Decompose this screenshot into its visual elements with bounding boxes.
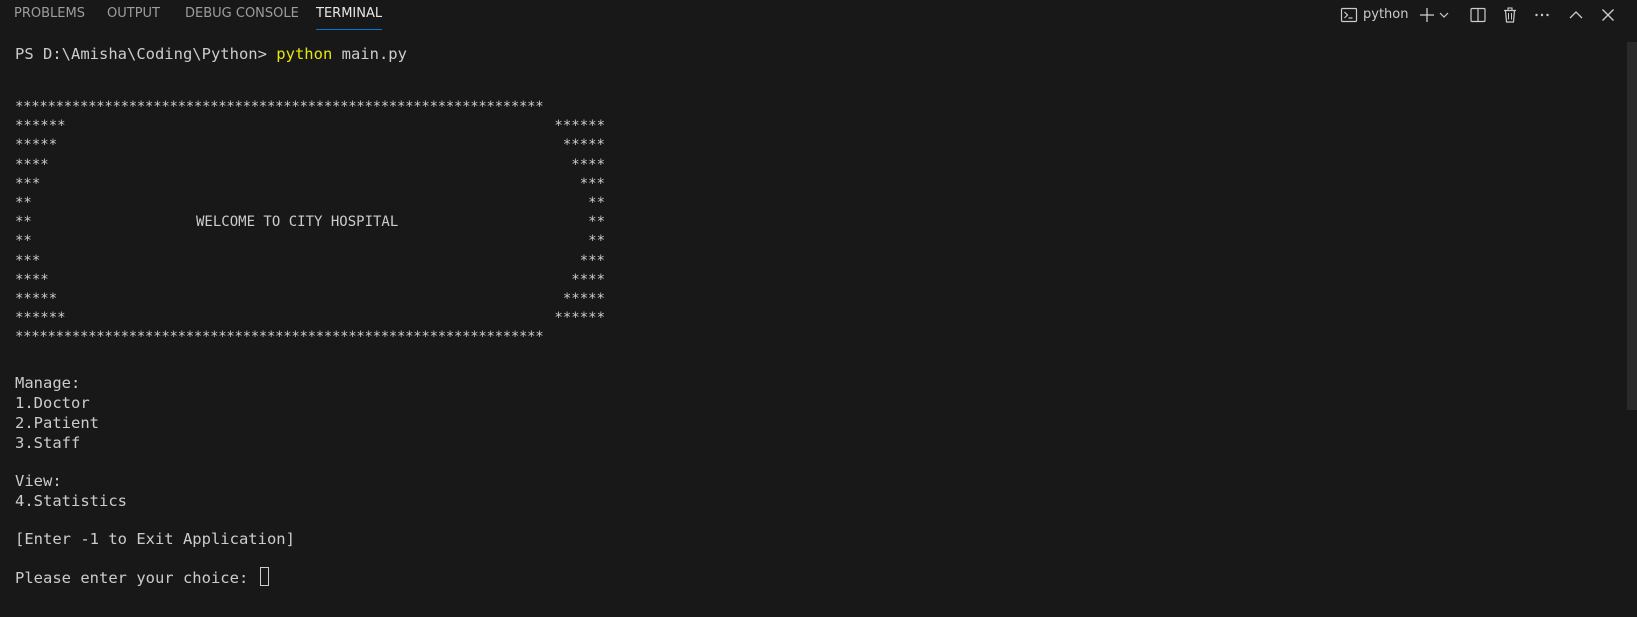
menu-item-doctor: 1.Doctor: [15, 394, 90, 413]
banner-border-bottom: ****************************************…: [15, 329, 544, 346]
banner-row: **** ****: [15, 271, 605, 288]
menu-item-statistics: 4.Statistics: [15, 492, 127, 511]
menu-item-staff: 3.Staff: [15, 434, 81, 453]
banner-row: ** **: [15, 194, 605, 211]
view-label: View:: [15, 472, 62, 491]
terminal-panel: PROBLEMS OUTPUT DEBUG CONSOLE TERMINAL p…: [0, 0, 1637, 617]
manage-label: Manage:: [15, 374, 81, 393]
banner-row: *** ***: [15, 175, 605, 192]
input-prompt: Please enter your choice:: [15, 569, 258, 588]
banner-row: *** ***: [15, 252, 605, 269]
terminal-profile-label[interactable]: python: [1363, 0, 1408, 30]
terminal-output[interactable]: PS D:\Amisha\Coding\Python> python main.…: [15, 44, 1615, 587]
terminal-scrollbar[interactable]: [1627, 42, 1637, 410]
banner-row: ** **: [15, 233, 605, 250]
banner-row: **** ****: [15, 156, 605, 173]
banner-row-welcome: ** WELCOME TO CITY HOSPITAL **: [15, 213, 605, 232]
input-prompt-line[interactable]: Please enter your choice:: [15, 567, 1615, 587]
tab-debug-console[interactable]: DEBUG CONSOLE: [185, 0, 299, 30]
welcome-banner: ****************************************…: [15, 98, 605, 347]
terminal-icon[interactable]: [1339, 5, 1359, 25]
banner-row: ***** *****: [15, 290, 605, 307]
chevron-up-icon[interactable]: [1566, 5, 1586, 25]
panel-tab-bar: PROBLEMS OUTPUT DEBUG CONSOLE TERMINAL p…: [0, 0, 1637, 30]
shell-prompt: PS D:\Amisha\Coding\Python>: [15, 45, 277, 63]
plus-icon[interactable]: [1417, 5, 1437, 25]
chevron-down-icon[interactable]: [1437, 5, 1451, 25]
tab-problems[interactable]: PROBLEMS: [14, 0, 85, 30]
welcome-title: WELCOME TO CITY HOSPITAL: [196, 214, 399, 231]
banner-row: ***** *****: [15, 137, 605, 154]
command-args: main.py: [332, 45, 407, 63]
terminal-cursor: [259, 567, 269, 587]
banner-border-top: ****************************************…: [15, 99, 544, 115]
command-name: python: [276, 45, 333, 63]
split-icon[interactable]: [1468, 5, 1488, 25]
exit-hint: [Enter -1 to Exit Application]: [15, 530, 295, 549]
command-line: PS D:\Amisha\Coding\Python> python main.…: [15, 44, 1615, 64]
close-icon[interactable]: [1598, 5, 1618, 25]
more-icon[interactable]: [1532, 5, 1552, 25]
banner-row: ****** ******: [15, 310, 605, 327]
menu-item-patient: 2.Patient: [15, 414, 99, 433]
banner-row: ****** ******: [15, 118, 605, 135]
tab-terminal[interactable]: TERMINAL: [316, 0, 383, 30]
tab-output[interactable]: OUTPUT: [107, 0, 160, 30]
trash-icon[interactable]: [1500, 5, 1520, 25]
